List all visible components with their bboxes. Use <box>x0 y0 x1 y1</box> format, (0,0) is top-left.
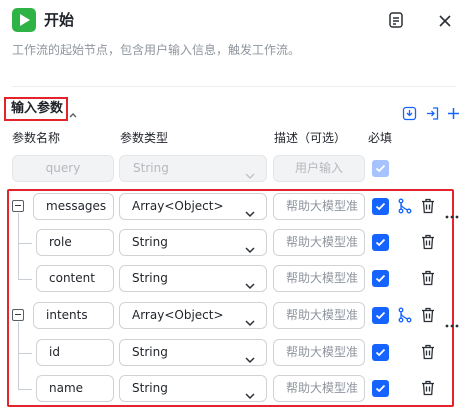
required-checkbox <box>372 160 389 177</box>
param-description-input[interactable]: 帮助大模型准 <box>273 339 365 366</box>
param-type-select[interactable]: Array<Object> <box>119 193 267 220</box>
document-icon[interactable] <box>385 9 407 31</box>
import-icon[interactable] <box>400 104 418 122</box>
delete-icon[interactable] <box>421 198 435 218</box>
add-child-icon[interactable] <box>398 307 412 327</box>
param-description-input[interactable]: 帮助大模型准 <box>273 229 365 256</box>
check-icon <box>375 238 386 247</box>
chevron-down-icon <box>244 384 256 401</box>
delete-icon[interactable] <box>421 234 435 254</box>
collapse-toggle[interactable] <box>12 309 24 321</box>
param-type-select[interactable]: String <box>119 339 267 366</box>
delete-icon[interactable] <box>421 270 435 290</box>
param-type-value: String <box>132 345 168 359</box>
param-type-select: String <box>119 155 267 182</box>
more-icon[interactable] <box>445 204 459 223</box>
login-icon[interactable] <box>423 104 441 122</box>
chevron-down-icon <box>244 274 256 291</box>
delete-icon[interactable] <box>421 380 435 400</box>
required-checkbox[interactable] <box>372 270 389 287</box>
required-checkbox[interactable] <box>372 380 389 397</box>
param-type-value: String <box>133 161 169 175</box>
node-title: 开始 <box>44 11 75 29</box>
check-icon <box>375 311 386 320</box>
check-icon <box>375 274 386 283</box>
play-icon <box>20 14 30 26</box>
required-checkbox[interactable] <box>372 234 389 251</box>
param-name-input: query <box>12 155 114 182</box>
param-description-input[interactable]: 帮助大模型准 <box>273 265 365 292</box>
add-child-icon[interactable] <box>398 198 412 218</box>
tree-line <box>18 322 19 389</box>
tree-branch <box>18 353 32 354</box>
param-name-input[interactable]: name <box>36 375 114 402</box>
param-name-input[interactable]: messages <box>33 193 114 220</box>
tree-branch <box>18 279 32 280</box>
param-type-value: Array<Object> <box>132 199 224 213</box>
required-checkbox[interactable] <box>372 307 389 324</box>
tree-branch <box>18 389 32 390</box>
param-name-input[interactable]: id <box>36 339 114 366</box>
delete-icon[interactable] <box>421 307 435 327</box>
column-header-type: 参数类型 <box>120 131 169 145</box>
tree-branch <box>18 243 32 244</box>
param-description-input[interactable]: 帮助大模型准 <box>273 193 365 220</box>
param-description-input[interactable]: 帮助大模型准 <box>273 375 365 402</box>
chevron-down-icon <box>244 348 256 365</box>
add-icon[interactable] <box>444 104 462 122</box>
param-type-value: String <box>132 381 168 395</box>
param-description-input: 用户输入 <box>273 155 365 182</box>
check-icon <box>375 348 386 357</box>
param-description-input[interactable]: 帮助大模型准 <box>273 302 365 329</box>
chevron-down-icon <box>244 164 256 181</box>
required-checkbox[interactable] <box>372 344 389 361</box>
delete-icon[interactable] <box>421 344 435 364</box>
tree-line <box>18 213 19 279</box>
close-icon[interactable] <box>434 10 456 32</box>
chevron-down-icon <box>244 311 256 328</box>
divider <box>12 86 456 87</box>
param-name-input[interactable]: role <box>36 229 114 256</box>
param-type-value: Array<Object> <box>132 308 224 322</box>
node-description: 工作流的起始节点，包含用户输入信息，触发工作流。 <box>12 43 301 57</box>
param-type-select[interactable]: String <box>119 375 267 402</box>
column-header-required: 必填 <box>368 131 393 145</box>
chevron-down-icon <box>244 238 256 255</box>
chevron-up-icon[interactable] <box>68 104 78 123</box>
more-icon[interactable] <box>445 313 459 332</box>
param-type-value: String <box>132 235 168 249</box>
collapse-toggle[interactable] <box>12 200 24 212</box>
param-type-select[interactable]: Array<Object> <box>119 302 267 329</box>
param-type-select[interactable]: String <box>119 265 267 292</box>
required-checkbox[interactable] <box>372 198 389 215</box>
start-node-icon <box>12 8 36 32</box>
param-name-input[interactable]: content <box>36 265 114 292</box>
check-icon <box>375 384 386 393</box>
column-header-description: 描述（可选） <box>274 131 347 145</box>
section-title: 输入参数 <box>11 101 64 116</box>
column-header-name: 参数名称 <box>12 131 61 145</box>
param-name-input[interactable]: intents <box>33 302 114 329</box>
check-icon <box>375 202 386 211</box>
chevron-down-icon <box>244 202 256 219</box>
param-type-value: String <box>132 271 168 285</box>
check-icon <box>375 164 386 173</box>
param-type-select[interactable]: String <box>119 229 267 256</box>
